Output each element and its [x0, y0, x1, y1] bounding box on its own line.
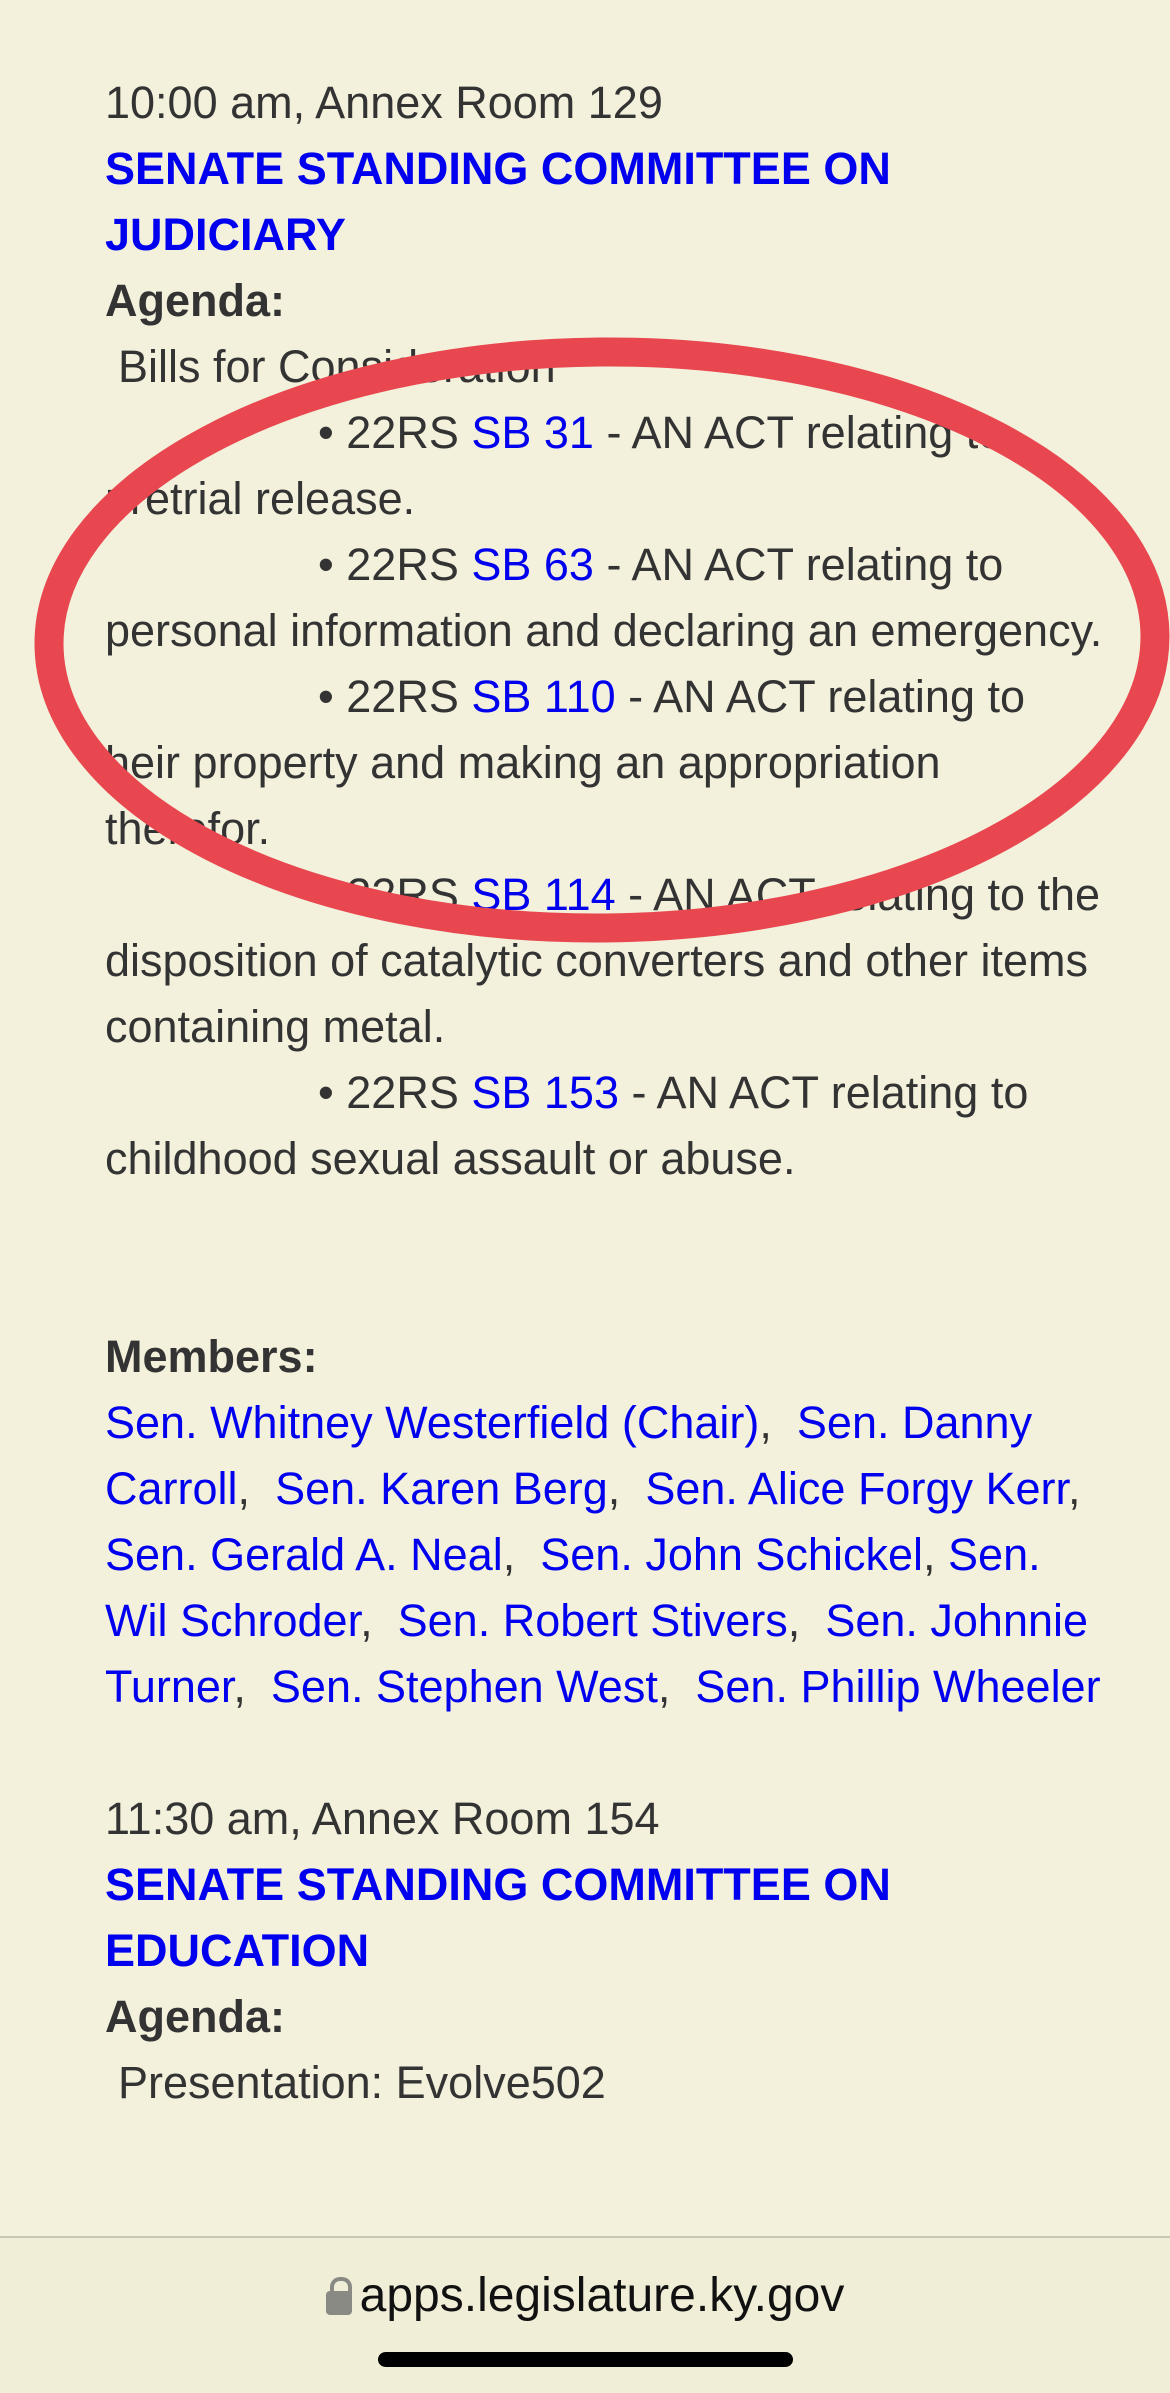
bill-session: 22RS — [346, 407, 459, 458]
separator: , — [360, 1595, 373, 1646]
member-link[interactable]: Sen. Karen Berg — [275, 1463, 608, 1514]
browser-bottom-bar: apps.legislature.ky.gov — [0, 2236, 1170, 2393]
member-link[interactable]: Sen. Stephen West — [271, 1661, 658, 1712]
separator: , — [787, 1595, 801, 1646]
bill-item: • 22RS SB 114 - AN ACT relating to the d… — [105, 862, 1105, 1060]
member-link[interactable]: Sen. Phillip Wheeler — [695, 1661, 1100, 1712]
member-link[interactable]: Sen. Alice Forgy Kerr — [645, 1463, 1068, 1514]
bill-description: - AN ACT relating to personal informatio… — [105, 539, 1103, 656]
meeting-judiciary: 10:00 am, Annex Room 129 SENATE STANDING… — [105, 70, 1105, 1786]
member-list: Sen. Whitney Westerfield (Chair), Sen. D… — [105, 1390, 1105, 1720]
bill-session: 22RS — [346, 539, 459, 590]
members-label: Members: — [105, 1331, 318, 1382]
lock-icon — [325, 2277, 352, 2315]
bill-link-sb153[interactable]: SB 153 — [471, 1067, 619, 1118]
bullet: • — [318, 1067, 334, 1118]
bill-session: 22RS — [346, 671, 459, 722]
bullet: • — [318, 539, 334, 590]
member-link[interactable]: Sen. Robert Stivers — [398, 1595, 788, 1646]
separator: , — [502, 1529, 516, 1580]
separator: , — [607, 1463, 621, 1514]
committee-link-education[interactable]: SENATE STANDING COMMITTEE ON EDUCATION — [105, 1852, 1105, 1984]
home-indicator[interactable] — [378, 2352, 793, 2367]
bill-link-sb63[interactable]: SB 63 — [471, 539, 594, 590]
agenda-label: Agenda: — [105, 275, 285, 326]
separator: , — [1068, 1463, 1081, 1514]
separator: , — [923, 1529, 936, 1580]
bill-link-sb114[interactable]: SB 114 — [471, 869, 615, 920]
separator: , — [233, 1661, 246, 1712]
meeting-time-location: 10:00 am, Annex Room 129 — [105, 77, 663, 128]
member-link[interactable]: Sen. John Schickel — [540, 1529, 923, 1580]
separator: , — [759, 1397, 772, 1448]
agenda-heading: Presentation: Evolve502 — [118, 2057, 606, 2108]
address-bar[interactable]: apps.legislature.ky.gov — [0, 2266, 1170, 2326]
bill-link-sb110[interactable]: SB 110 — [471, 671, 615, 722]
bill-list: • 22RS SB 31 - AN ACT relating to pretri… — [105, 400, 1105, 1192]
bill-item: • 22RS SB 110 - AN ACT relating to heir … — [105, 664, 1105, 862]
bill-item: • 22RS SB 31 - AN ACT relating to pretri… — [105, 400, 1105, 532]
url-text: apps.legislature.ky.gov — [359, 2269, 845, 2322]
bullet: • — [318, 671, 334, 722]
member-link[interactable]: Sen. Gerald A. Neal — [105, 1529, 503, 1580]
committee-link-judiciary[interactable]: SENATE STANDING COMMITTEE ON JUDICIARY — [105, 136, 1105, 268]
bill-session: 22RS — [346, 1067, 459, 1118]
bill-item: • 22RS SB 153 - AN ACT relating to child… — [105, 1060, 1105, 1192]
agenda-label: Agenda: — [105, 1991, 285, 2042]
agenda-heading: Bills for Consideration — [118, 341, 556, 392]
bill-item: • 22RS SB 63 - AN ACT relating to person… — [105, 532, 1105, 664]
bill-session: 22RS — [346, 869, 459, 920]
bullet: • — [318, 869, 334, 920]
meeting-education: 11:30 am, Annex Room 154 SENATE STANDING… — [105, 1786, 1105, 2116]
bullet: • — [318, 407, 334, 458]
separator: , — [657, 1661, 671, 1712]
meeting-list: 10:00 am, Annex Room 129 SENATE STANDING… — [105, 70, 1105, 2116]
bill-link-sb31[interactable]: SB 31 — [471, 407, 594, 458]
member-link[interactable]: Sen. Whitney Westerfield (Chair) — [105, 1397, 759, 1448]
separator: , — [237, 1463, 251, 1514]
meeting-time-location: 11:30 am, Annex Room 154 — [105, 1793, 660, 1844]
